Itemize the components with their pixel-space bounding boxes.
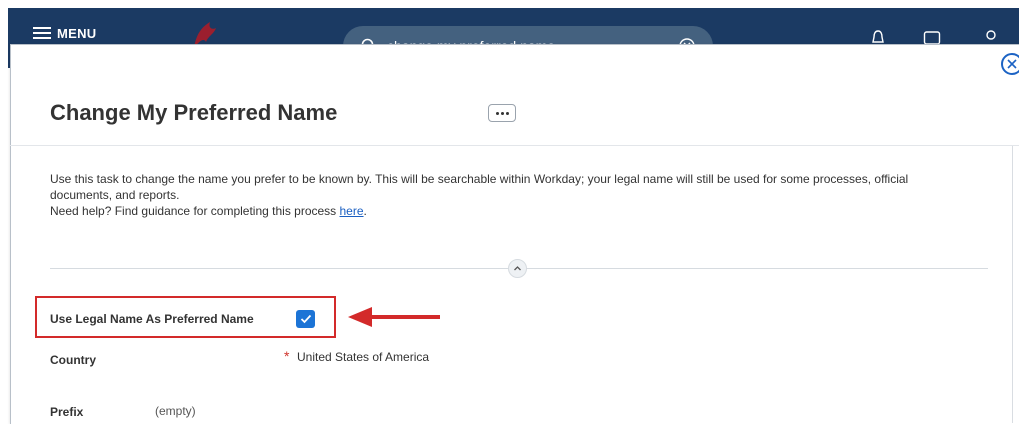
instructions-text: Use this task to change the name you pre… xyxy=(50,172,909,202)
prefix-label: Prefix xyxy=(50,405,84,419)
help-text: Need help? Find guidance for completing … xyxy=(50,203,970,219)
help-link[interactable]: here xyxy=(340,204,364,218)
checkmark-icon xyxy=(300,314,311,324)
vertical-scrollbar[interactable] xyxy=(1012,146,1013,423)
related-actions-button[interactable] xyxy=(488,104,516,122)
more-dot-icon xyxy=(495,111,499,115)
help-prefix: Need help? Find guidance for completing … xyxy=(50,204,340,218)
help-suffix: . xyxy=(363,204,367,218)
annotation-arrow-icon xyxy=(348,307,440,327)
collapse-section-button[interactable] xyxy=(508,259,527,278)
close-icon xyxy=(1007,59,1017,69)
hamburger-icon xyxy=(33,24,51,42)
task-instructions: Use this task to change the name you pre… xyxy=(50,171,970,219)
menu-label: MENU xyxy=(57,25,97,41)
country-label: Country xyxy=(50,353,96,367)
title-divider xyxy=(10,145,1019,146)
use-legal-name-label: Use Legal Name As Preferred Name xyxy=(50,312,254,326)
close-button[interactable] xyxy=(1001,53,1019,75)
required-indicator: * xyxy=(284,348,290,364)
page-title: Change My Preferred Name xyxy=(50,100,338,125)
chevron-up-icon xyxy=(514,266,521,271)
more-dot-icon xyxy=(505,111,509,115)
more-dot-icon xyxy=(500,111,504,115)
country-value[interactable]: United States of America xyxy=(297,350,429,364)
use-legal-name-checkbox[interactable] xyxy=(296,310,315,328)
prefix-value: (empty) xyxy=(155,404,196,418)
